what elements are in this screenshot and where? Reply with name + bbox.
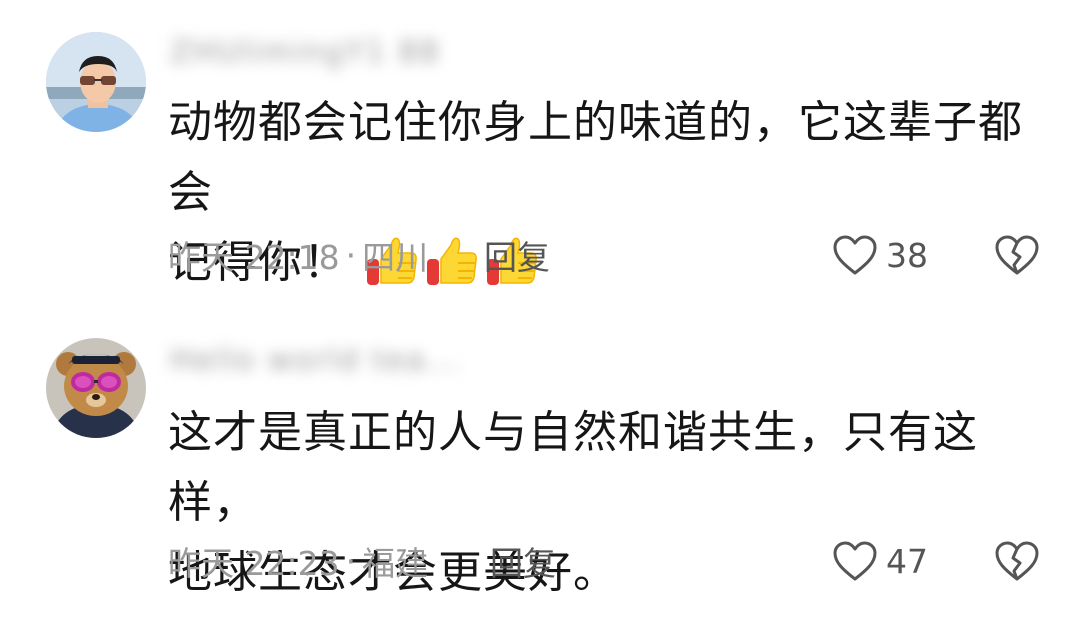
like-button[interactable]: 38 [832, 230, 928, 280]
broken-heart-icon [995, 235, 1039, 275]
broken-heart-icon [995, 541, 1039, 581]
heart-icon [833, 541, 877, 581]
person-avatar-image [46, 32, 146, 132]
comment-time: 昨天 22:23 [168, 544, 340, 583]
comment-time: 昨天 22:18 [168, 238, 340, 277]
like-button[interactable]: 47 [832, 536, 928, 586]
username[interactable]: ZHUlimingY1 88 [170, 32, 438, 72]
comment-item: ZHUlimingY1 88 动物都会记住你身上的味道的，它这辈子都会 记得你！… [0, 0, 1080, 300]
meta-separator: · [345, 235, 357, 275]
dislike-button[interactable] [994, 232, 1040, 278]
username-text: Hello world tea... [170, 342, 461, 378]
comment-meta: 昨天 22:18 · 四川 [168, 230, 428, 280]
comment-item: Hello world tea... 这才是真正的人与自然和谐共生，只有这样， … [0, 310, 1080, 618]
dislike-button[interactable] [994, 538, 1040, 584]
comment-location: 四川 [362, 238, 429, 277]
username[interactable]: Hello world tea... [170, 340, 462, 380]
avatar[interactable] [46, 32, 146, 132]
reply-button[interactable]: 回复 [484, 230, 550, 280]
like-count: 38 [886, 235, 928, 275]
username-text: ZHUlimingY1 88 [170, 34, 441, 70]
comment-meta: 昨天 22:23 · 福建 [168, 536, 428, 586]
heart-icon [833, 235, 877, 275]
comment-location: 福建 [362, 544, 429, 583]
comment-text-line: 这才是真正的人与自然和谐共生，只有这样， [168, 407, 978, 528]
meta-separator: · [345, 541, 357, 581]
comment-text-line: 动物都会记住你身上的味道的，它这辈子都会 [168, 97, 1023, 218]
teddy-bear-avatar-image [46, 338, 146, 438]
reply-button[interactable]: 回复 [490, 536, 556, 586]
thumbs-up-icon [427, 237, 477, 285]
like-count: 47 [886, 541, 928, 581]
avatar[interactable] [46, 338, 146, 438]
